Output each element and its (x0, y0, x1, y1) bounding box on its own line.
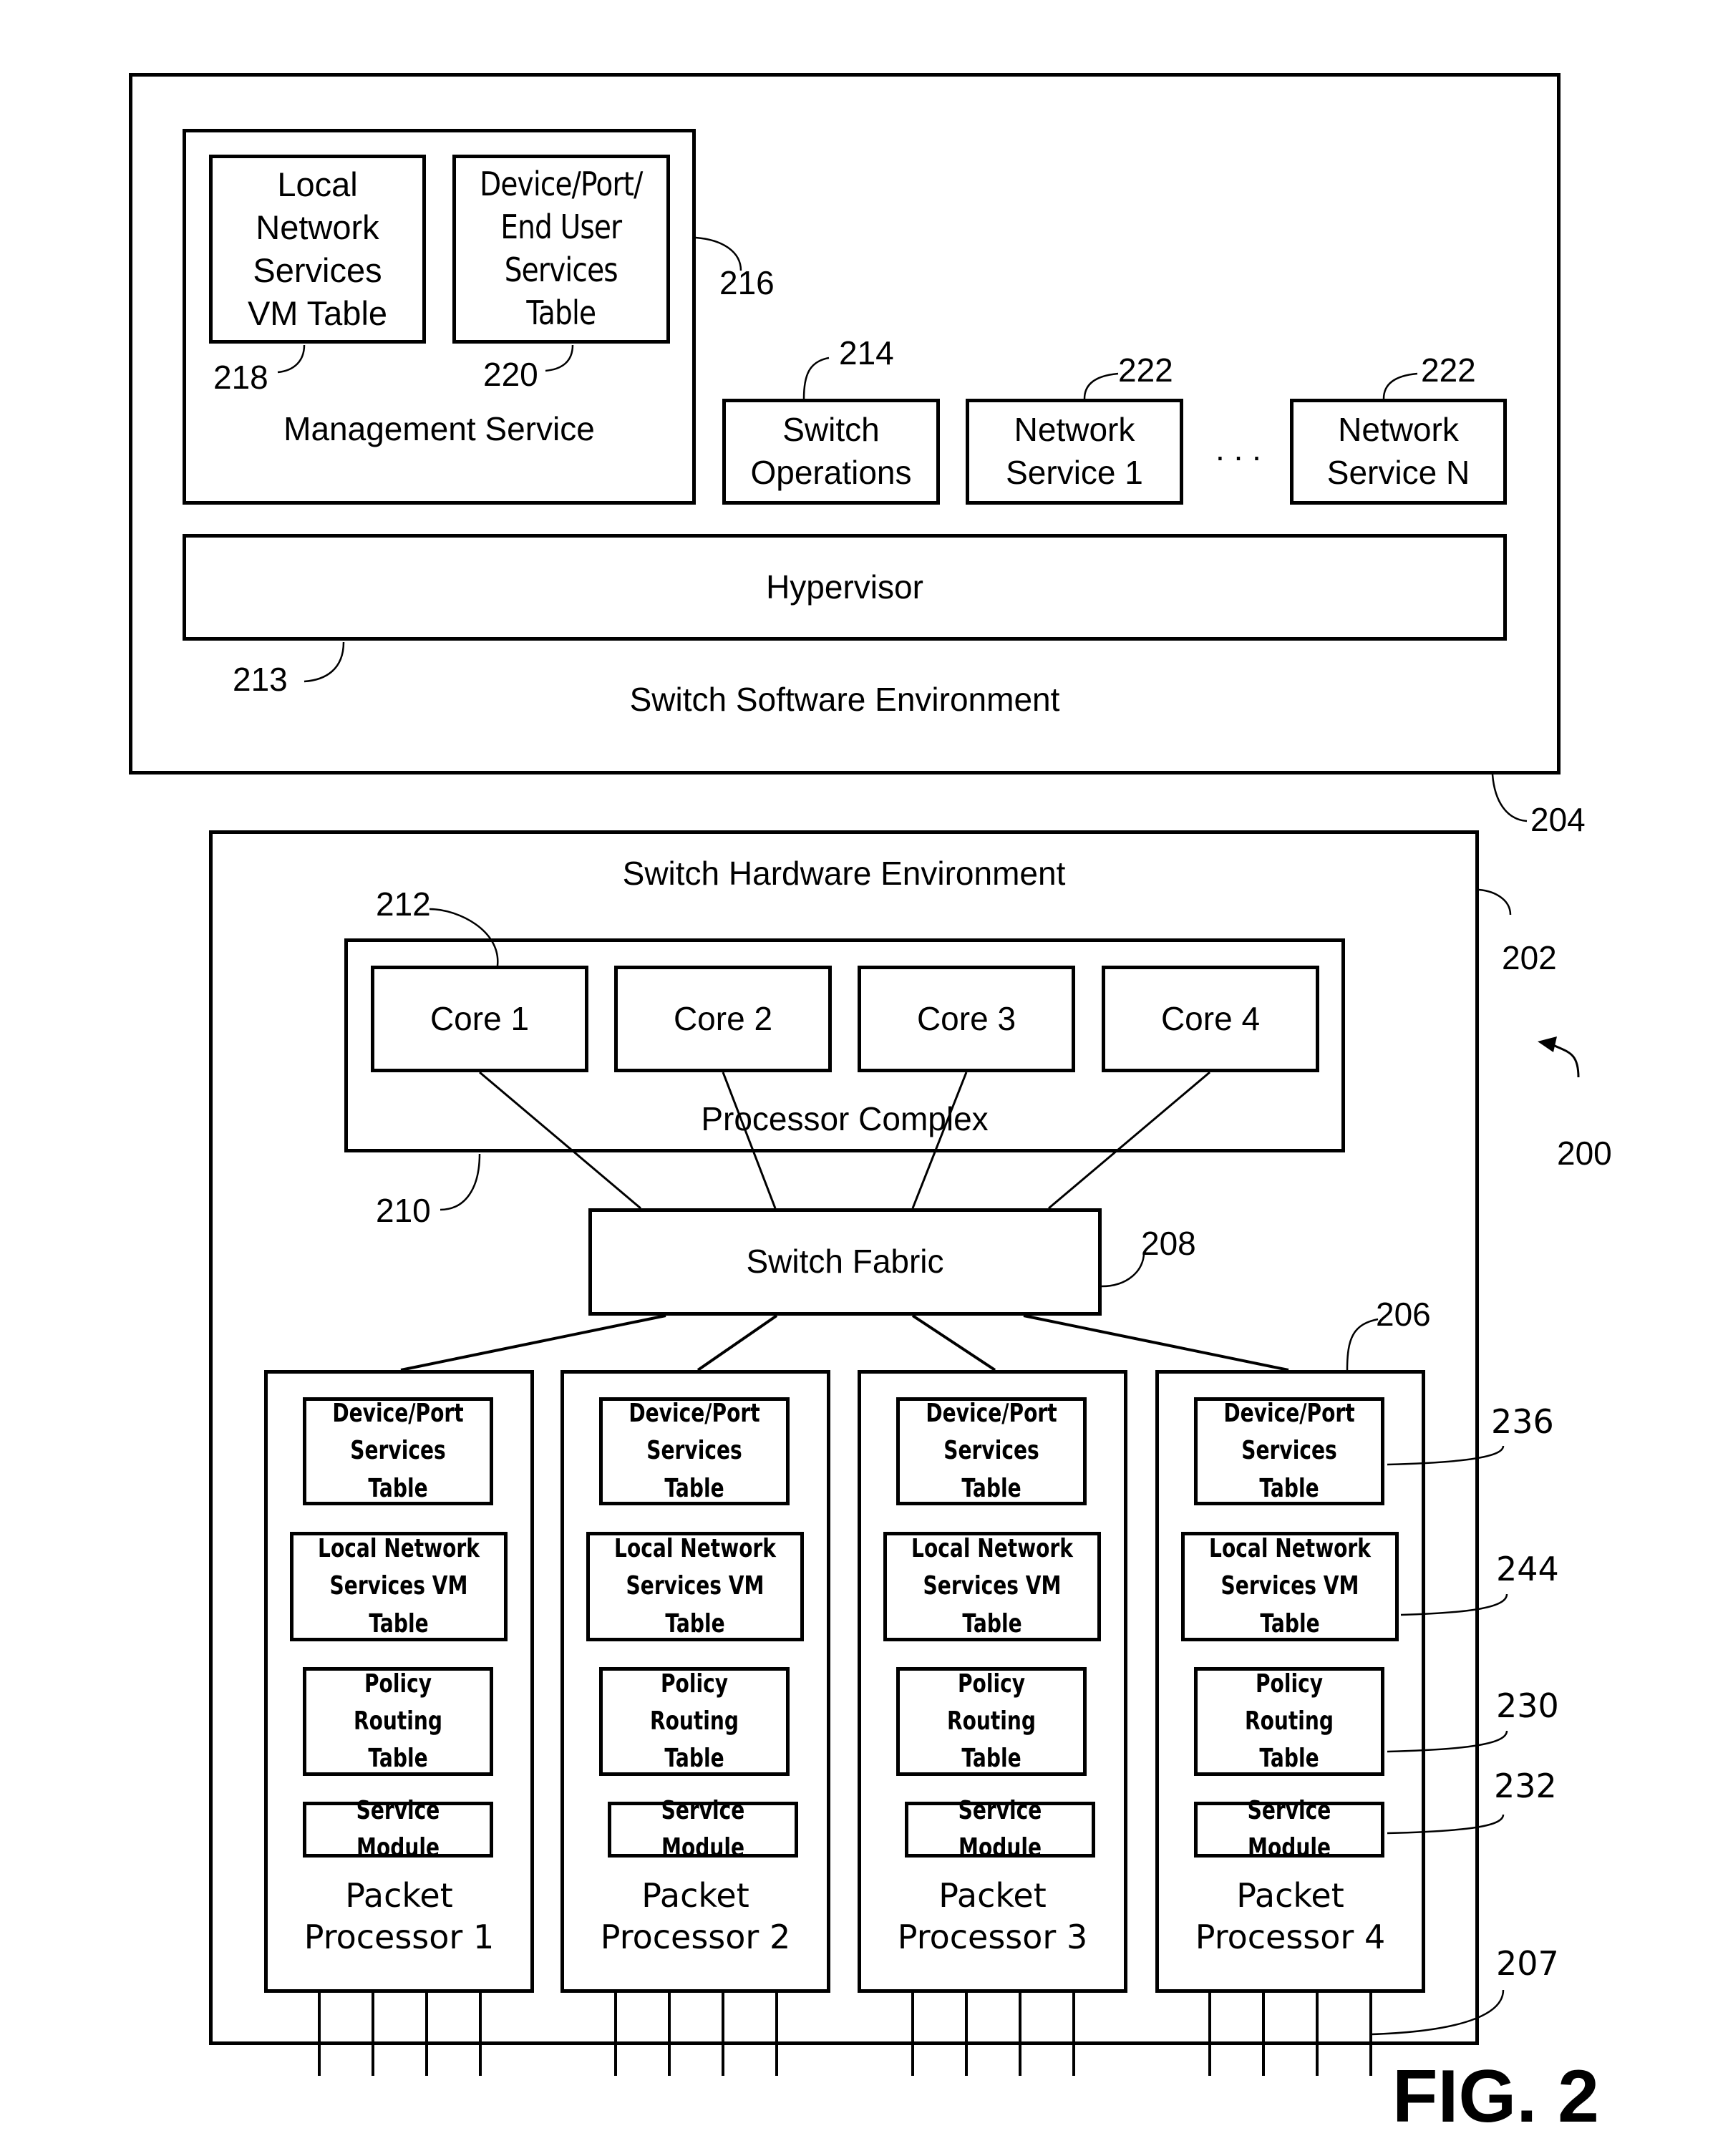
software-environment-label: Switch Software Environment (629, 681, 1060, 718)
ref-204: 204 (1530, 801, 1586, 838)
network-service-1-label: Network Service 1 (1006, 411, 1143, 491)
service-module-box[interactable]: Service Module (1194, 1796, 1384, 1863)
ref-210: 210 (376, 1192, 431, 1229)
ref-244: 244 (1496, 1550, 1559, 1588)
local-network-services-vm-table-box[interactable]: Local Network Services VM Table (586, 1532, 804, 1641)
ref-212: 212 (376, 885, 431, 923)
leader-204 (1491, 774, 1528, 822)
policy-routing-table-box[interactable]: Policy Routing Table (896, 1667, 1087, 1776)
ref-208: 208 (1141, 1225, 1196, 1262)
service-module-label: Service Module (356, 1795, 440, 1863)
ref-206: 206 (1376, 1296, 1431, 1333)
switch-operations-box[interactable]: Switch Operations (722, 399, 940, 505)
core-2-box[interactable]: Core 2 (614, 966, 832, 1072)
ref-200: 200 (1557, 1135, 1612, 1172)
hypervisor-box[interactable]: Hypervisor (183, 534, 1507, 641)
network-service-1-box[interactable]: Network Service 1 (966, 399, 1183, 505)
device-port-services-table-box[interactable]: Device/Port Services Table (1194, 1397, 1384, 1505)
hypervisor-label: Hypervisor (766, 568, 923, 606)
device-port-services-table-label: Device/Port Services Table (628, 1399, 760, 1503)
service-module-box[interactable]: Service Module (303, 1796, 493, 1863)
device-port-end-user-services-table-label: Device/Port/ End User Services Table (480, 165, 643, 332)
processor-complex-label: Processor Complex (701, 1100, 989, 1137)
ref-216: 216 (719, 264, 775, 301)
ref-222-service-n: 222 (1421, 351, 1476, 389)
local-network-services-vm-table-box[interactable]: Local Network Services VM Table (209, 155, 426, 344)
policy-routing-table-box[interactable]: Policy Routing Table (599, 1667, 790, 1776)
policy-routing-table-label: Policy Routing Table (353, 1669, 443, 1774)
ref-202: 202 (1502, 939, 1557, 976)
switch-fabric-box[interactable]: Switch Fabric (588, 1208, 1102, 1316)
system-diagram: Switch Software Environment 204 Manageme… (0, 0, 1723, 2156)
ref-220: 220 (483, 356, 538, 393)
device-port-services-table-label: Device/Port Services Table (1223, 1399, 1355, 1503)
core-4-label: Core 4 (1160, 999, 1261, 1037)
packet-processor-label: Packet Processor 1 (304, 1876, 495, 1956)
device-port-services-table-box[interactable]: Device/Port Services Table (599, 1397, 790, 1505)
ref-236: 236 (1491, 1402, 1554, 1441)
ref-222-service-1: 222 (1118, 351, 1173, 389)
core-4-box[interactable]: Core 4 (1102, 966, 1319, 1072)
leader-202 (1478, 888, 1512, 916)
policy-routing-table-box[interactable]: Policy Routing Table (1194, 1667, 1384, 1776)
core-1-label: Core 1 (429, 999, 530, 1037)
device-port-services-table-box[interactable]: Device/Port Services Table (896, 1397, 1087, 1505)
ref-230: 230 (1496, 1686, 1559, 1725)
network-service-n-box[interactable]: Network Service N (1290, 399, 1507, 505)
core-3-label: Core 3 (916, 999, 1016, 1037)
core-3-box[interactable]: Core 3 (858, 966, 1075, 1072)
packet-processor-label: Packet Processor 4 (1195, 1876, 1386, 1956)
ref-218: 218 (213, 359, 268, 396)
packet-processor-label: Packet Processor 3 (897, 1876, 1088, 1956)
device-port-services-table-label: Device/Port Services Table (926, 1399, 1057, 1503)
service-module-label: Service Module (1247, 1795, 1331, 1863)
policy-routing-table-label: Policy Routing Table (1244, 1669, 1334, 1774)
core-1-box[interactable]: Core 1 (371, 966, 588, 1072)
service-module-label: Service Module (661, 1795, 745, 1863)
ref-232: 232 (1494, 1767, 1557, 1805)
local-network-services-vm-table-label: Local Network Services VM Table (247, 165, 388, 333)
local-network-services-vm-table-label: Local Network Services VM Table (614, 1534, 776, 1638)
arrow-200-shaft (1553, 1044, 1580, 1078)
management-service-label: Management Service (283, 410, 595, 447)
arrow-200-head (1538, 1036, 1557, 1052)
ref-214: 214 (839, 334, 894, 372)
local-network-services-vm-table-box[interactable]: Local Network Services VM Table (1181, 1532, 1399, 1641)
local-network-services-vm-table-box[interactable]: Local Network Services VM Table (290, 1532, 508, 1641)
device-port-services-table-label: Device/Port Services Table (332, 1399, 464, 1503)
core-2-label: Core 2 (673, 999, 773, 1037)
device-port-end-user-services-table-box[interactable]: Device/Port/ End User Services Table (452, 155, 670, 344)
network-service-n-label: Network Service N (1326, 411, 1470, 491)
switch-operations-label: Switch Operations (750, 411, 912, 491)
policy-routing-table-box[interactable]: Policy Routing Table (303, 1667, 493, 1776)
packet-processor-label: Packet Processor 2 (600, 1876, 791, 1956)
policy-routing-table-label: Policy Routing Table (649, 1669, 739, 1774)
service-module-box[interactable]: Service Module (608, 1796, 798, 1863)
services-ellipsis: . . . (1215, 430, 1261, 467)
switch-fabric-label: Switch Fabric (746, 1243, 944, 1281)
service-module-box[interactable]: Service Module (905, 1796, 1095, 1863)
ref-207: 207 (1496, 1944, 1559, 1983)
local-network-services-vm-table-label: Local Network Services VM Table (318, 1534, 480, 1638)
local-network-services-vm-table-box[interactable]: Local Network Services VM Table (883, 1532, 1101, 1641)
local-network-services-vm-table-label: Local Network Services VM Table (1209, 1534, 1371, 1638)
service-module-label: Service Module (958, 1795, 1042, 1863)
device-port-services-table-box[interactable]: Device/Port Services Table (303, 1397, 493, 1505)
ref-213: 213 (233, 661, 288, 698)
figure-label: FIG. 2 (1392, 2055, 1599, 2138)
local-network-services-vm-table-label: Local Network Services VM Table (911, 1534, 1073, 1638)
policy-routing-table-label: Policy Routing Table (946, 1669, 1037, 1774)
